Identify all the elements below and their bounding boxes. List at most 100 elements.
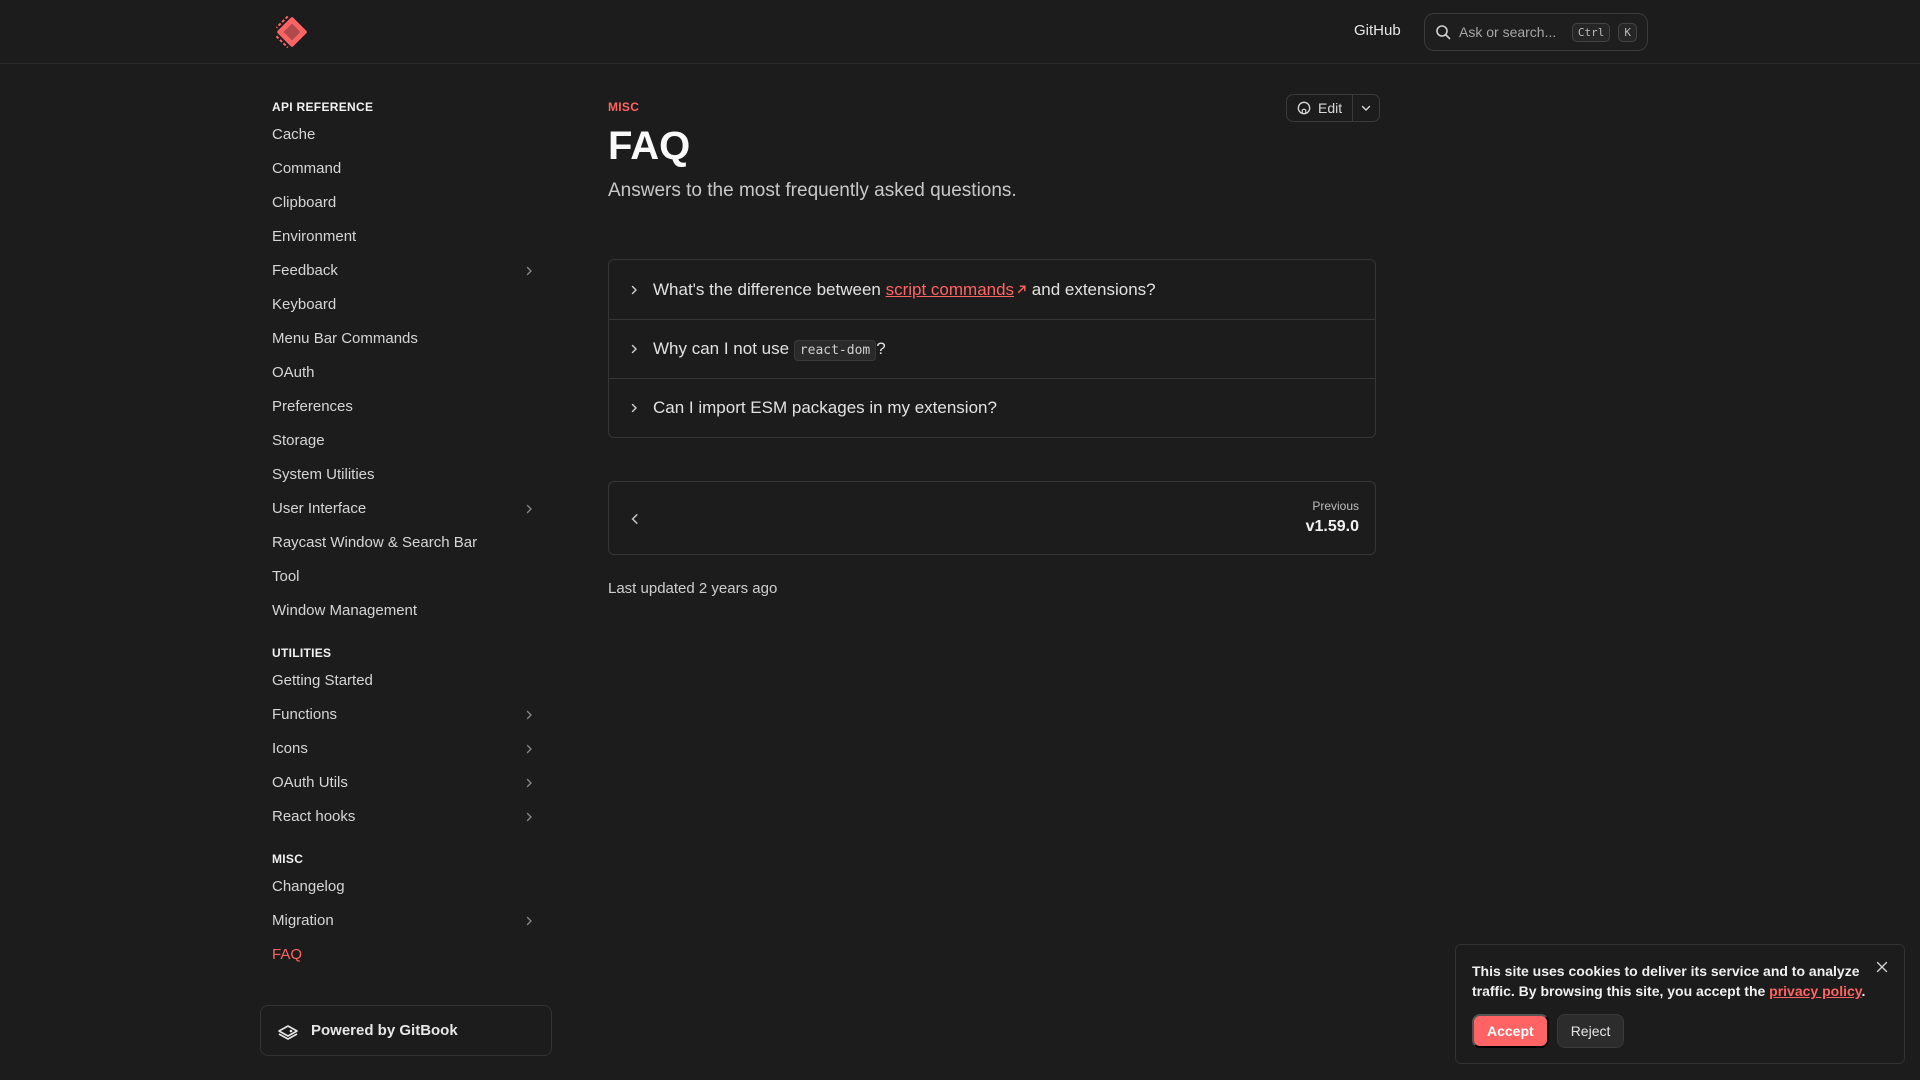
- pager-title: v1.59.0: [1305, 518, 1359, 535]
- sidebar-section-title: UTILITIES: [272, 646, 332, 660]
- sidebar-item-label: System Utilities: [272, 466, 375, 483]
- previous-page-link[interactable]: Previous v1.59.0: [608, 481, 1376, 555]
- sidebar-item-label: OAuth: [272, 364, 315, 381]
- faq-question: Can I import ESM packages in my extensio…: [653, 398, 997, 417]
- sidebar-item-label: Cache: [272, 126, 316, 143]
- page-section-label: MISC: [608, 100, 640, 114]
- edit-button-group: Edit: [1286, 94, 1381, 122]
- sidebar-item-label: Preferences: [272, 398, 353, 415]
- sidebar-item-label: Raycast Window & Search Bar: [272, 534, 478, 551]
- sidebar-item-react-hooks[interactable]: React hooks: [272, 800, 542, 834]
- sidebar-nav: API REFERENCE Cache Command Clipboard Envir…: [272, 96, 542, 972]
- top-header: GitHub Ask or search... Ctrl K: [0, 0, 1920, 64]
- search-icon: [1436, 25, 1451, 40]
- sidebar-item-label: OAuth Utils: [272, 774, 348, 791]
- sidebar-item-tool[interactable]: Tool: [272, 560, 542, 594]
- sidebar-item-keyboard[interactable]: Keyboard: [272, 288, 542, 322]
- sidebar-item-icons[interactable]: Icons: [272, 732, 542, 766]
- sidebar-item-label: Getting Started: [272, 672, 373, 689]
- chevron-right-icon[interactable]: [524, 812, 534, 822]
- main-content: MISC FAQ Answers to the most frequently …: [608, 92, 1376, 202]
- last-updated-text: Last updated 2 years ago: [608, 580, 778, 597]
- inline-code: react-dom: [793, 340, 877, 361]
- script-commands-link[interactable]: script commands: [886, 280, 1014, 299]
- faq-item-react-dom[interactable]: Why can I not use react-dom?: [609, 319, 1375, 378]
- sidebar-item-feedback[interactable]: Feedback: [272, 254, 542, 288]
- chevron-right-icon: [631, 403, 637, 413]
- search-placeholder: Ask or search...: [1459, 24, 1557, 40]
- chevron-right-icon[interactable]: [524, 744, 534, 754]
- cookie-message: This site uses cookies to deliver its se…: [1472, 963, 1866, 999]
- sidebar-item-label: Icons: [272, 740, 308, 757]
- faq-item-script-commands[interactable]: What's the difference between script com…: [609, 260, 1375, 319]
- sidebar-item-environment[interactable]: Environment: [272, 220, 542, 254]
- edit-label: Edit: [1318, 100, 1343, 116]
- chevron-right-icon[interactable]: [524, 710, 534, 720]
- chevron-right-icon[interactable]: [524, 778, 534, 788]
- sidebar-item-menu-bar-commands[interactable]: Menu Bar Commands: [272, 322, 542, 356]
- sidebar-item-functions[interactable]: Functions: [272, 698, 542, 732]
- sidebar-item-label: FAQ: [272, 946, 303, 963]
- powered-by-gitbook-link[interactable]: Powered by GitBook: [260, 1005, 552, 1056]
- faq-question: Why can I not use react-dom?: [653, 339, 886, 361]
- chevron-right-icon[interactable]: [524, 266, 534, 276]
- sidebar-item-label: Window Management: [272, 602, 418, 619]
- sidebar-item-preferences[interactable]: Preferences: [272, 390, 542, 424]
- sidebar-item-command[interactable]: Command: [272, 152, 542, 186]
- sidebar-item-migration[interactable]: Migration: [272, 904, 542, 938]
- gitbook-icon: [278, 1024, 298, 1040]
- shortcut-key-ctrl: Ctrl: [1571, 22, 1611, 42]
- sidebar-item-clipboard[interactable]: Clipboard: [272, 186, 542, 220]
- github-link[interactable]: GitHub: [1354, 22, 1401, 39]
- sidebar-item-label: Storage: [272, 432, 325, 449]
- accept-cookies-button[interactable]: Accept: [1472, 1014, 1549, 1048]
- sidebar-item-label: Menu Bar Commands: [272, 330, 418, 347]
- chevron-right-icon[interactable]: [524, 916, 534, 926]
- raycast-logo-icon[interactable]: [274, 14, 310, 50]
- faq-accordion: What's the difference between script com…: [608, 259, 1376, 438]
- search-input[interactable]: Ask or search... Ctrl K: [1424, 13, 1648, 51]
- sidebar-item-user-interface[interactable]: User Interface: [272, 492, 542, 526]
- sidebar-item-label: Tool: [272, 568, 300, 585]
- sidebar-item-oauth[interactable]: OAuth: [272, 356, 542, 390]
- chevron-down-icon: [1361, 105, 1371, 111]
- sidebar-item-oauth-utils[interactable]: OAuth Utils: [272, 766, 542, 800]
- sidebar-item-label: User Interface: [272, 500, 367, 517]
- faq-question: What's the difference between script com…: [653, 279, 1156, 299]
- page-description: Answers to the most frequently asked que…: [608, 180, 1017, 201]
- sidebar-item-raycast-window-search-bar[interactable]: Raycast Window & Search Bar: [272, 526, 542, 560]
- sidebar-item-label: Functions: [272, 706, 338, 723]
- sidebar-item-faq[interactable]: FAQ: [272, 938, 542, 972]
- privacy-policy-link[interactable]: privacy policy: [1769, 983, 1861, 999]
- sidebar-item-label: Feedback: [272, 262, 338, 279]
- cookie-banner: This site uses cookies to deliver its se…: [1455, 944, 1905, 1064]
- sidebar-item-label: React hooks: [272, 808, 356, 825]
- powered-by-label: Powered by GitBook: [311, 1022, 458, 1039]
- faq-item-esm-packages[interactable]: Can I import ESM packages in my extensio…: [609, 378, 1375, 437]
- chevron-left-icon: [631, 514, 638, 524]
- github-icon: [1297, 101, 1311, 115]
- sidebar-item-label: Environment: [272, 228, 357, 245]
- sidebar-item-cache[interactable]: Cache: [272, 118, 542, 152]
- close-icon[interactable]: [1876, 961, 1888, 973]
- pager-label: Previous: [1312, 499, 1359, 513]
- sidebar-item-label: Clipboard: [272, 194, 337, 211]
- sidebar-section-title: API REFERENCE: [272, 100, 374, 114]
- edit-button[interactable]: Edit: [1287, 95, 1354, 121]
- sidebar-section-title: MISC: [272, 852, 304, 866]
- sidebar-item-storage[interactable]: Storage: [272, 424, 542, 458]
- reject-cookies-button[interactable]: Reject: [1556, 1014, 1625, 1048]
- sidebar-item-window-management[interactable]: Window Management: [272, 594, 542, 628]
- page-title: FAQ: [608, 124, 691, 168]
- shortcut-key-k: K: [1618, 22, 1637, 42]
- sidebar-item-label: Command: [272, 160, 342, 177]
- chevron-right-icon: [631, 344, 637, 354]
- sidebar-item-getting-started[interactable]: Getting Started: [272, 664, 542, 698]
- sidebar-item-system-utilities[interactable]: System Utilities: [272, 458, 542, 492]
- sidebar-item-label: Migration: [272, 912, 334, 929]
- sidebar-item-label: Keyboard: [272, 296, 337, 313]
- chevron-right-icon[interactable]: [524, 504, 534, 514]
- sidebar-item-changelog[interactable]: Changelog: [272, 870, 542, 904]
- edit-dropdown-button[interactable]: [1353, 95, 1379, 121]
- chevron-right-icon: [631, 285, 637, 294]
